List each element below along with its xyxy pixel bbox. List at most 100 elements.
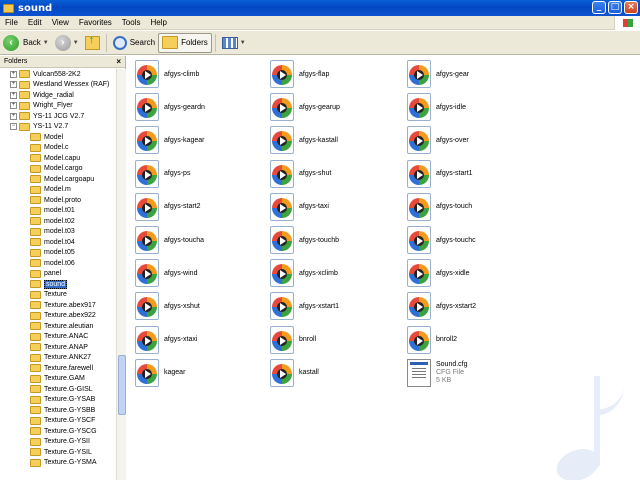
- tree-item[interactable]: Model: [0, 132, 116, 143]
- file-item[interactable]: Sound.cfg CFG File 5 KB: [407, 358, 468, 387]
- tree-item[interactable]: Texture.GAM: [0, 374, 116, 385]
- file-item[interactable]: kagear: [135, 358, 185, 387]
- tree-item[interactable]: Texture.G-YSCG: [0, 426, 116, 437]
- tree-item[interactable]: Texture: [0, 290, 116, 301]
- file-item[interactable]: afgys-xidle: [407, 259, 469, 288]
- forward-button[interactable]: › ▼: [52, 33, 82, 53]
- expand-icon[interactable]: +: [10, 81, 17, 89]
- file-item[interactable]: afgys-geardn: [135, 93, 205, 122]
- scrollbar[interactable]: [116, 69, 126, 480]
- file-item[interactable]: afgys-flap: [270, 60, 329, 88]
- tree-item[interactable]: + Westland Wessex (RAF): [0, 80, 116, 91]
- tree-item[interactable]: model.t01: [0, 206, 116, 217]
- file-item[interactable]: afgys-taxi: [270, 192, 329, 221]
- file-item[interactable]: afgys-toucha: [135, 226, 204, 254]
- tree-item[interactable]: Texture.abex922: [0, 311, 116, 322]
- tree-item[interactable]: + Widge_radial: [0, 90, 116, 101]
- file-item[interactable]: bnroll: [270, 325, 316, 354]
- menu-edit[interactable]: Edit: [23, 18, 47, 27]
- file-item[interactable]: afgys-climb: [135, 60, 199, 88]
- file-item[interactable]: afgys-gear: [407, 60, 469, 88]
- tree-item[interactable]: model.t04: [0, 237, 116, 248]
- file-item[interactable]: afgys-xshut: [135, 292, 200, 321]
- close-pane-button[interactable]: ×: [116, 57, 121, 66]
- tree-item[interactable]: Model.capu: [0, 153, 116, 164]
- tree-item[interactable]: Model.proto: [0, 195, 116, 206]
- file-item[interactable]: afgys-xstart2: [407, 292, 476, 321]
- minimize-button[interactable]: _: [592, 1, 606, 14]
- menu-view[interactable]: View: [47, 18, 74, 27]
- file-item[interactable]: afgys-wind: [135, 259, 197, 288]
- tree-item[interactable]: panel: [0, 269, 116, 280]
- tree-item[interactable]: model.t03: [0, 227, 116, 238]
- file-item[interactable]: afgys-xstart1: [270, 292, 339, 321]
- up-folder-button[interactable]: [82, 33, 103, 53]
- tree-item[interactable]: Texture.G-GISL: [0, 384, 116, 395]
- folder-icon: [30, 238, 41, 247]
- tree-item[interactable]: Texture.abex917: [0, 300, 116, 311]
- chevron-down-icon[interactable]: ▼: [73, 40, 79, 46]
- tree-item[interactable]: + Vulcan558-2K2: [0, 69, 116, 80]
- expand-icon[interactable]: +: [10, 102, 17, 110]
- tree-item[interactable]: Texture.farewell: [0, 363, 116, 374]
- tree-item[interactable]: Texture.ANK27: [0, 353, 116, 364]
- tree-item[interactable]: + Wright_Flyer: [0, 101, 116, 112]
- file-item[interactable]: afgys-touch: [407, 192, 472, 221]
- tree-item[interactable]: sound: [0, 279, 116, 290]
- file-name: afgys-xclimb: [299, 269, 338, 277]
- file-item[interactable]: afgys-gearup: [270, 93, 340, 122]
- tree-item[interactable]: Texture.aleutian: [0, 321, 116, 332]
- tree-item[interactable]: Texture.G-YSAB: [0, 395, 116, 406]
- tree-item[interactable]: Texture.G-YSII: [0, 437, 116, 448]
- scrollbar-thumb[interactable]: [118, 355, 126, 415]
- menu-favorites[interactable]: Favorites: [74, 18, 117, 27]
- tree-item[interactable]: Texture.G-YSCF: [0, 416, 116, 427]
- close-button[interactable]: ×: [624, 1, 638, 14]
- file-item[interactable]: afgys-touchb: [270, 226, 339, 254]
- tree-item[interactable]: Texture.G-YSIL: [0, 447, 116, 458]
- file-item[interactable]: afgys-shut: [270, 159, 331, 188]
- tree-item[interactable]: model.t02: [0, 216, 116, 227]
- tree-item[interactable]: Texture.ANAC: [0, 332, 116, 343]
- tree-item[interactable]: Texture.G-YSMA: [0, 458, 116, 469]
- expand-icon[interactable]: +: [10, 70, 17, 78]
- tree-item[interactable]: + YS-11 JCG V2.7: [0, 111, 116, 122]
- tree-item[interactable]: Texture.ANAP: [0, 342, 116, 353]
- tree-item[interactable]: model.t05: [0, 248, 116, 259]
- collapse-icon[interactable]: −: [10, 123, 17, 131]
- folders-button[interactable]: Folders: [158, 32, 212, 53]
- tree-item[interactable]: Model.m: [0, 185, 116, 196]
- tree-item[interactable]: model.t06: [0, 258, 116, 269]
- chevron-down-icon[interactable]: ▼: [240, 40, 246, 46]
- file-item[interactable]: afgys-ps: [135, 159, 190, 188]
- file-item[interactable]: bnroll2: [407, 325, 457, 354]
- file-item[interactable]: kastall: [270, 358, 319, 387]
- file-item[interactable]: afgys-kastall: [270, 126, 338, 155]
- expand-icon[interactable]: +: [10, 112, 17, 120]
- menu-file[interactable]: File: [0, 18, 23, 27]
- file-item[interactable]: afgys-xtaxi: [135, 325, 197, 354]
- file-item[interactable]: afgys-idle: [407, 93, 466, 122]
- chevron-down-icon[interactable]: ▼: [43, 40, 49, 46]
- folder-icon: [30, 290, 41, 299]
- search-button[interactable]: Search: [110, 33, 158, 53]
- menu-help[interactable]: Help: [145, 18, 171, 27]
- maximize-button[interactable]: □: [608, 1, 622, 14]
- file-item[interactable]: afgys-kagear: [135, 126, 204, 155]
- menu-tools[interactable]: Tools: [117, 18, 146, 27]
- file-item[interactable]: afgys-start2: [135, 192, 201, 221]
- folder-icon: [19, 80, 30, 89]
- file-item[interactable]: afgys-touchc: [407, 226, 476, 254]
- expand-icon[interactable]: +: [10, 91, 17, 99]
- tree-item[interactable]: Model.cargo: [0, 164, 116, 175]
- tree-item[interactable]: − YS-11 V2.7: [0, 122, 116, 133]
- tree-item[interactable]: Texture.G-YSBB: [0, 405, 116, 416]
- tree-item[interactable]: Model.cargoapu: [0, 174, 116, 185]
- file-item[interactable]: afgys-xclimb: [270, 259, 338, 288]
- tree-item-label: Texture.abex922: [44, 312, 96, 320]
- views-button[interactable]: ▼: [219, 33, 249, 53]
- file-item[interactable]: afgys-over: [407, 126, 469, 155]
- tree-item[interactable]: Model.c: [0, 143, 116, 154]
- file-item[interactable]: afgys-start1: [407, 159, 473, 188]
- back-button[interactable]: ‹ Back ▼: [0, 33, 52, 53]
